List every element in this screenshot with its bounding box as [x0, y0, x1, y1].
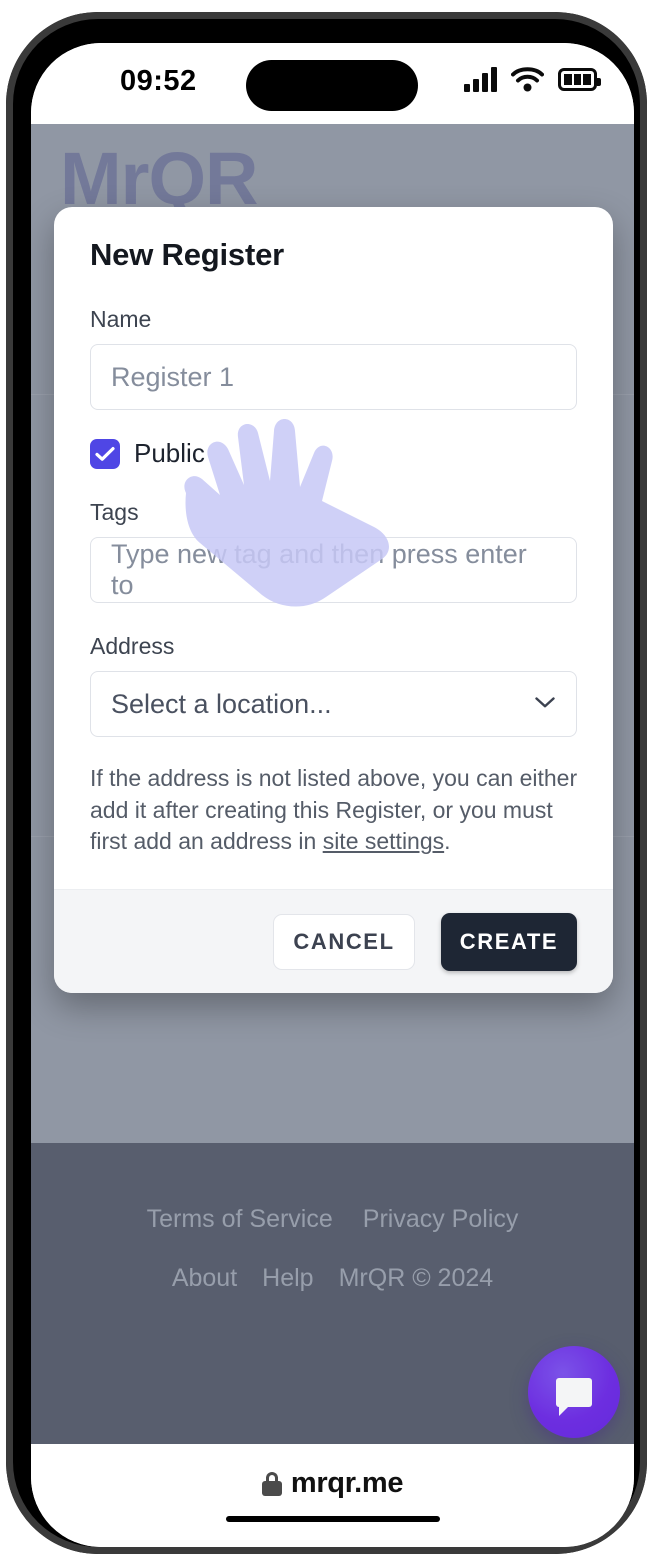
phone-frame: 09:52 MrQR Terms of Service Privacy Poli…: [6, 12, 647, 1554]
status-time: 09:52: [120, 65, 197, 97]
tags-label: Tags: [90, 499, 139, 525]
public-checkbox[interactable]: [90, 438, 120, 469]
address-helper-text: If the address is not listed above, you …: [90, 763, 580, 858]
dialog-body: New Register Name Register 1 Public Tags…: [54, 207, 613, 858]
tags-input[interactable]: Type new tag and then press enter to: [90, 537, 577, 603]
address-select[interactable]: Select a location...: [90, 671, 577, 737]
address-select-wrap: Select a location...: [90, 671, 577, 737]
helper-text-after: .: [444, 828, 451, 855]
cancel-button[interactable]: CANCEL: [273, 913, 415, 970]
phone-screen: 09:52 MrQR Terms of Service Privacy Poli…: [31, 43, 634, 1547]
check-icon: [95, 446, 115, 461]
status-bar: 09:52: [31, 43, 634, 124]
dynamic-island: [246, 60, 418, 111]
url-text: mrqr.me: [290, 1467, 404, 1499]
new-register-dialog: New Register Name Register 1 Public Tags…: [54, 207, 613, 993]
dialog-title: New Register: [90, 237, 284, 272]
screenshot-root: 09:52 MrQR Terms of Service Privacy Poli…: [0, 0, 653, 1566]
battery-icon: [558, 67, 601, 91]
status-icons: [464, 66, 601, 92]
name-label: Name: [90, 306, 152, 332]
chevron-down-icon: [535, 695, 555, 708]
address-label: Address: [90, 633, 175, 659]
lock-icon: [261, 1471, 282, 1496]
dialog-footer: CANCEL CREATE: [54, 889, 613, 993]
name-input[interactable]: Register 1: [90, 344, 577, 410]
public-checkbox-label: Public: [134, 438, 205, 468]
public-checkbox-row[interactable]: Public: [90, 438, 577, 469]
site-settings-link[interactable]: site settings: [323, 828, 444, 854]
create-button[interactable]: CREATE: [441, 912, 577, 971]
signal-bars-icon: [464, 66, 497, 92]
wifi-icon: [511, 66, 544, 92]
home-indicator[interactable]: [225, 1516, 440, 1522]
url-row[interactable]: mrqr.me: [31, 1467, 634, 1500]
browser-bottom-bar: mrqr.me: [31, 1444, 634, 1547]
